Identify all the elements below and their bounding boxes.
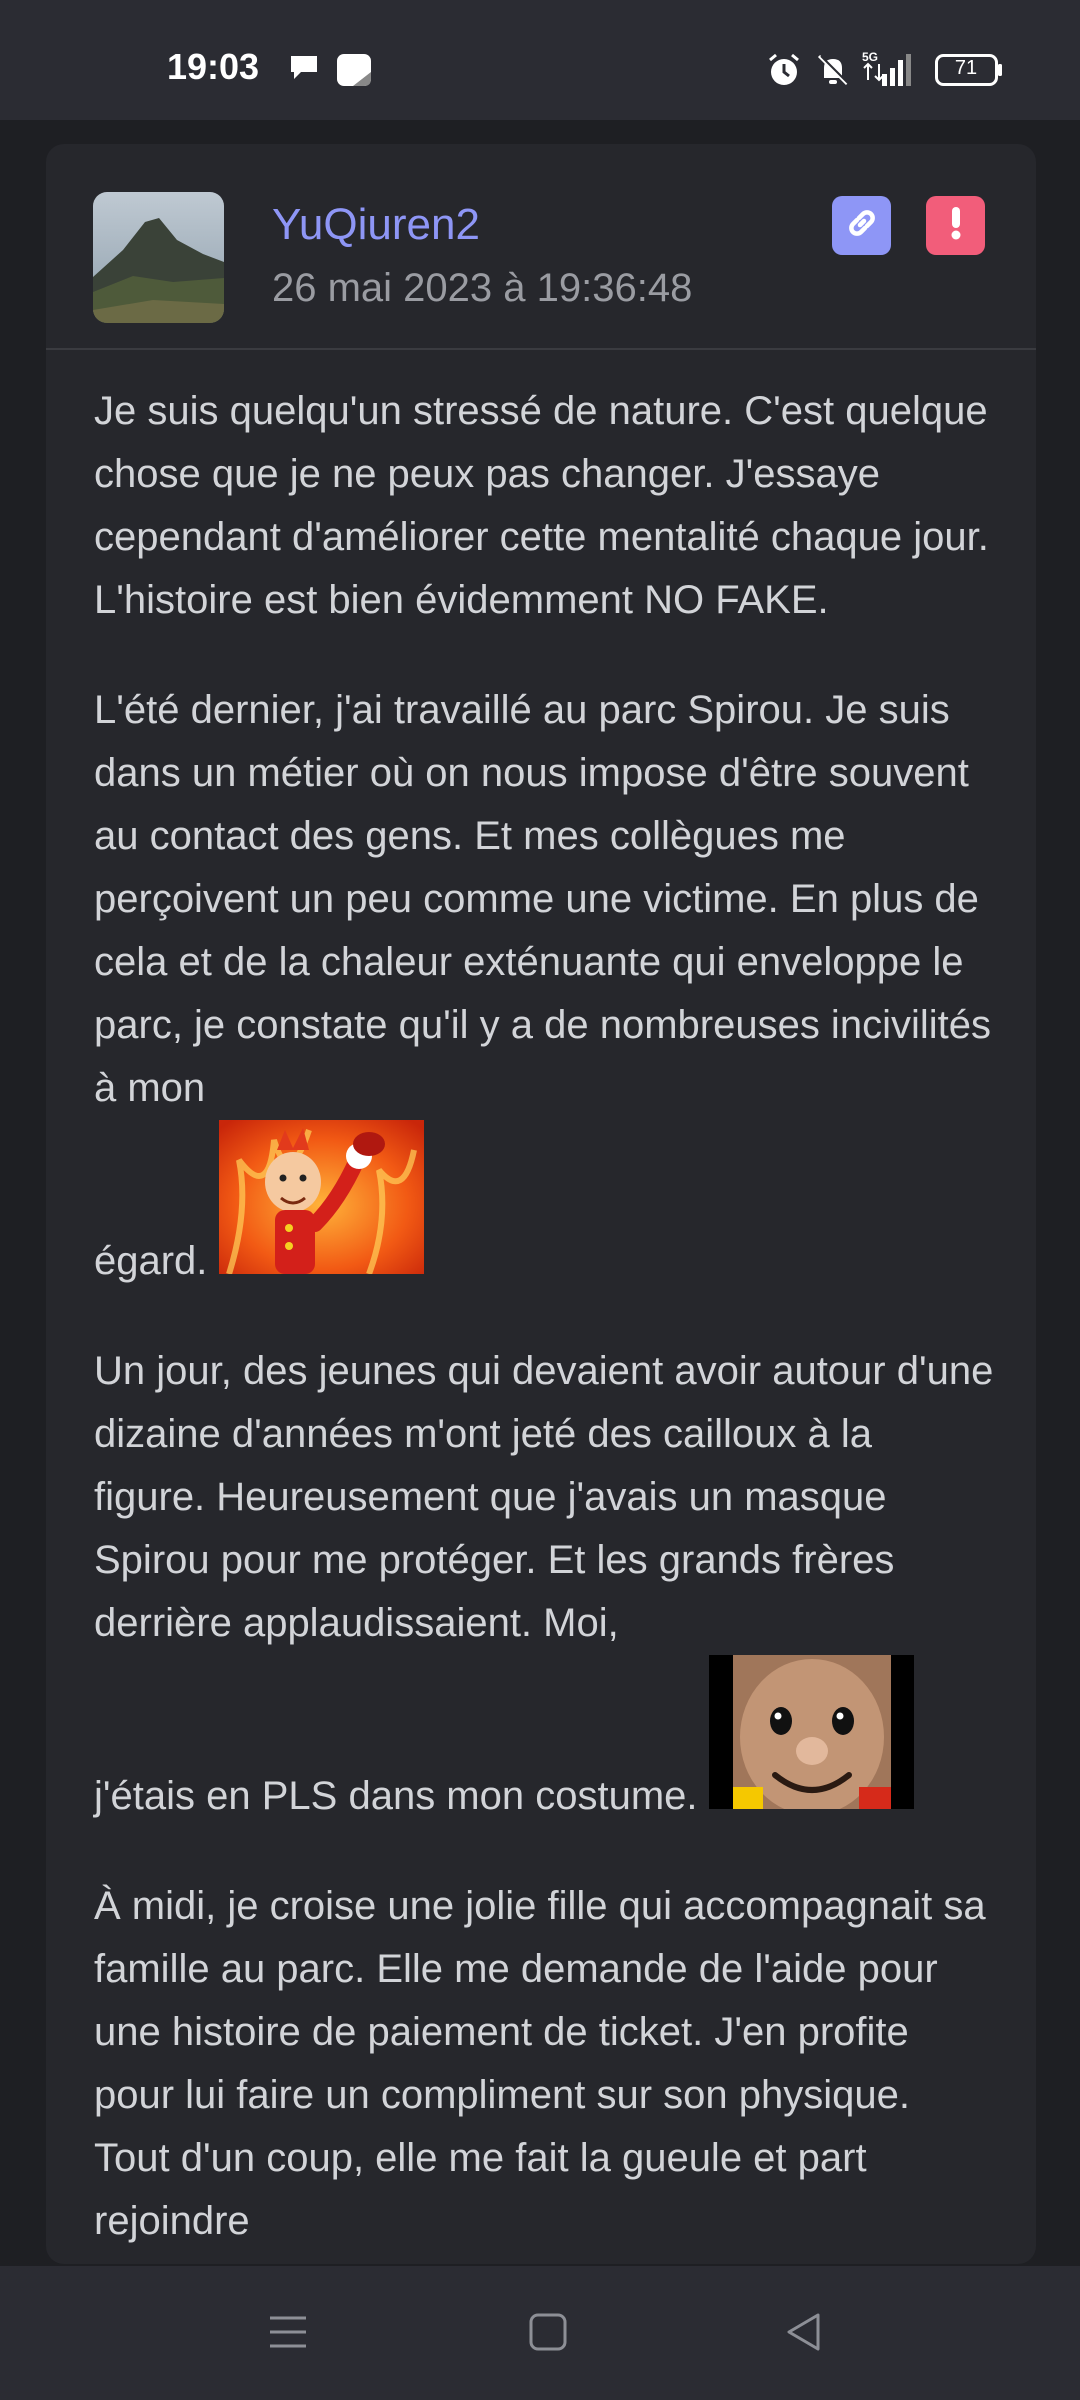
chat-bubble-icon — [287, 52, 321, 87]
app-notification-icon — [335, 52, 373, 93]
paragraph-text: égard. — [94, 1239, 208, 1283]
battery-icon: 71 — [935, 54, 1003, 86]
mute-icon — [815, 52, 851, 93]
post-date: 26 mai 2023 à 19:36:48 — [272, 266, 693, 310]
navigation-bar — [0, 2266, 1080, 2400]
report-icon — [949, 205, 963, 246]
permalink-button[interactable] — [832, 196, 891, 255]
avatar[interactable] — [93, 192, 224, 323]
post-card: YuQiuren2 26 mai 2023 à 19:36:48 Je suis… — [46, 144, 1036, 2264]
svg-text:5G: 5G — [862, 50, 878, 64]
post-author[interactable]: YuQiuren2 — [272, 200, 480, 250]
status-time: 19:03 — [167, 46, 260, 87]
status-bar: 19:03 5G 71 — [0, 0, 1080, 120]
battery-level: 71 — [954, 57, 978, 79]
spirou-mask-sticker — [708, 1655, 914, 1828]
alarm-icon — [766, 52, 802, 93]
paragraph: Un jour, des jeunes qui devaient avoir a… — [94, 1340, 994, 1828]
paragraph: L'été dernier, j'ai travaillé au parc Sp… — [94, 679, 994, 1293]
card-divider — [46, 348, 1036, 350]
post-content: Je suis quelqu'un stressé de nature. C'e… — [94, 380, 994, 2264]
spirou-fire-sticker — [218, 1120, 424, 1293]
back-icon[interactable] — [784, 2312, 824, 2357]
link-icon — [845, 206, 879, 245]
signal-icon: 5G — [862, 50, 912, 93]
paragraph-text: L'été dernier, j'ai travaillé au parc Sp… — [94, 688, 991, 1110]
paragraph-text: Un jour, des jeunes qui devaient avoir a… — [94, 1349, 994, 1645]
paragraph: Je suis quelqu'un stressé de nature. C'e… — [94, 389, 989, 622]
paragraph-text: j'étais en PLS dans mon costume. — [94, 1774, 698, 1818]
home-icon[interactable] — [528, 2312, 568, 2357]
paragraph: À midi, je croise une jolie fille qui ac… — [94, 1884, 986, 2243]
menu-icon[interactable] — [268, 2312, 308, 2357]
report-button[interactable] — [926, 196, 985, 255]
